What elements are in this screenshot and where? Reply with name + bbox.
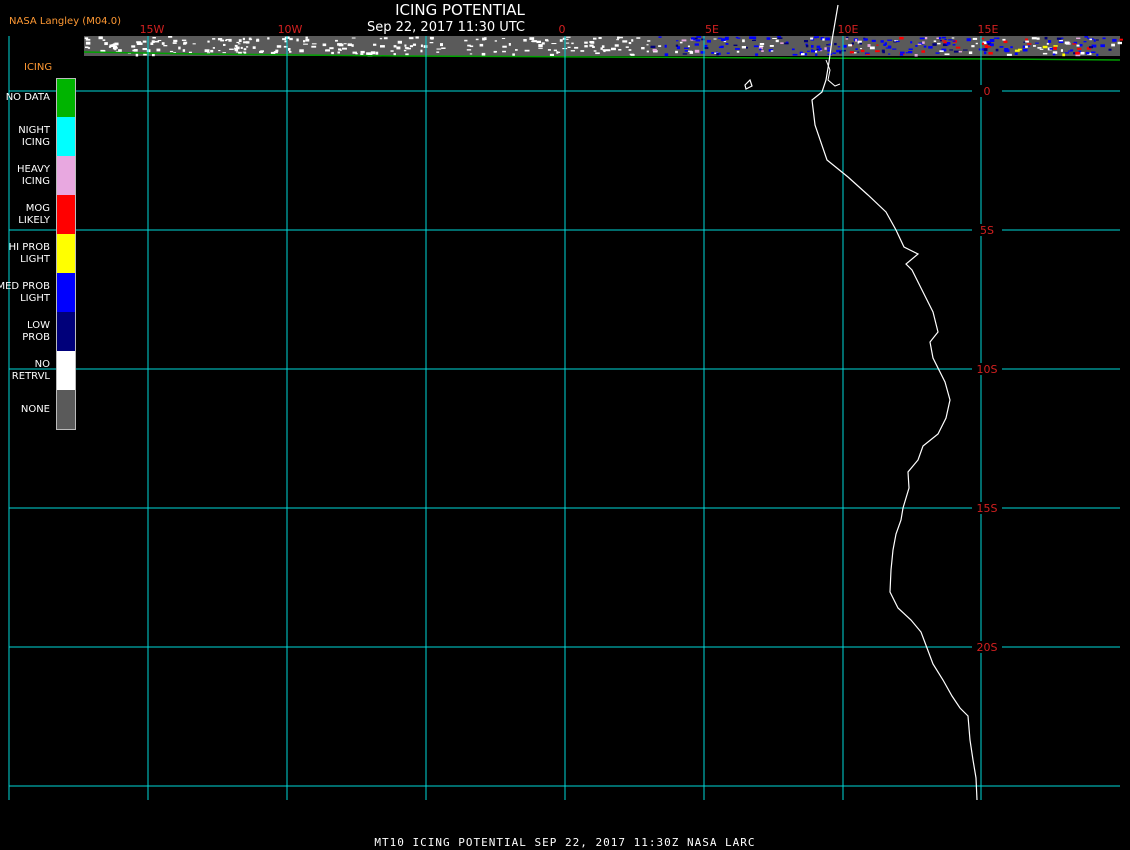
- lat-lon-grid: 15W 10W 0 5E 10E 15E05S10S15S20S: [8, 23, 1120, 800]
- data-strip: [83, 36, 1123, 61]
- longitude-label: 15E: [978, 23, 999, 36]
- legend-swatch: [56, 195, 76, 234]
- legend-title: ICING: [24, 62, 53, 73]
- legend-swatch: [56, 390, 76, 430]
- legend-label: NO RETRVL: [11, 359, 50, 382]
- legend-swatch: [56, 273, 76, 312]
- latitude-label: 5S: [980, 224, 994, 237]
- latitude-label: 20S: [977, 641, 998, 654]
- legend-swatch: [56, 156, 76, 195]
- latitude-label: 10S: [977, 363, 998, 376]
- map-timestamp: Sep 22, 2017 11:30 UTC: [366, 20, 526, 35]
- legend-label: HI PROB LIGHT: [8, 242, 50, 265]
- legend-swatch: [56, 312, 76, 351]
- legend-label: NIGHT ICING: [18, 125, 50, 148]
- coastline: [744, 4, 978, 801]
- legend-swatch: [56, 117, 76, 156]
- brand-label: NASA Langley (M04.0): [9, 16, 121, 27]
- legend-label: MOG LIKELY: [18, 203, 50, 226]
- legend-label: HEAVY ICING: [17, 164, 50, 187]
- map-title: ICING POTENTIAL: [395, 1, 525, 19]
- latitude-label: 0: [984, 85, 991, 98]
- footer-caption: MT10 ICING POTENTIAL SEP 22, 2017 11:30Z…: [374, 836, 756, 849]
- icing-legend: ICING NO DATA NIGHT ICING HEAVY ICING MOG LIKE…: [0, 60, 80, 440]
- legend-label: LOW PROB: [22, 320, 50, 343]
- legend-label: MED PROB LIGHT: [0, 281, 50, 304]
- legend-swatch: [56, 351, 76, 390]
- legend-swatch: [56, 234, 76, 273]
- latitude-label: 15S: [977, 502, 998, 515]
- legend-swatch: [56, 78, 76, 118]
- map-canvas: 15W 10W 0 5E 10E 15E05S10S15S20S: [8, 4, 1123, 801]
- legend-label: NONE: [20, 404, 50, 415]
- legend-label: NO DATA: [5, 92, 50, 103]
